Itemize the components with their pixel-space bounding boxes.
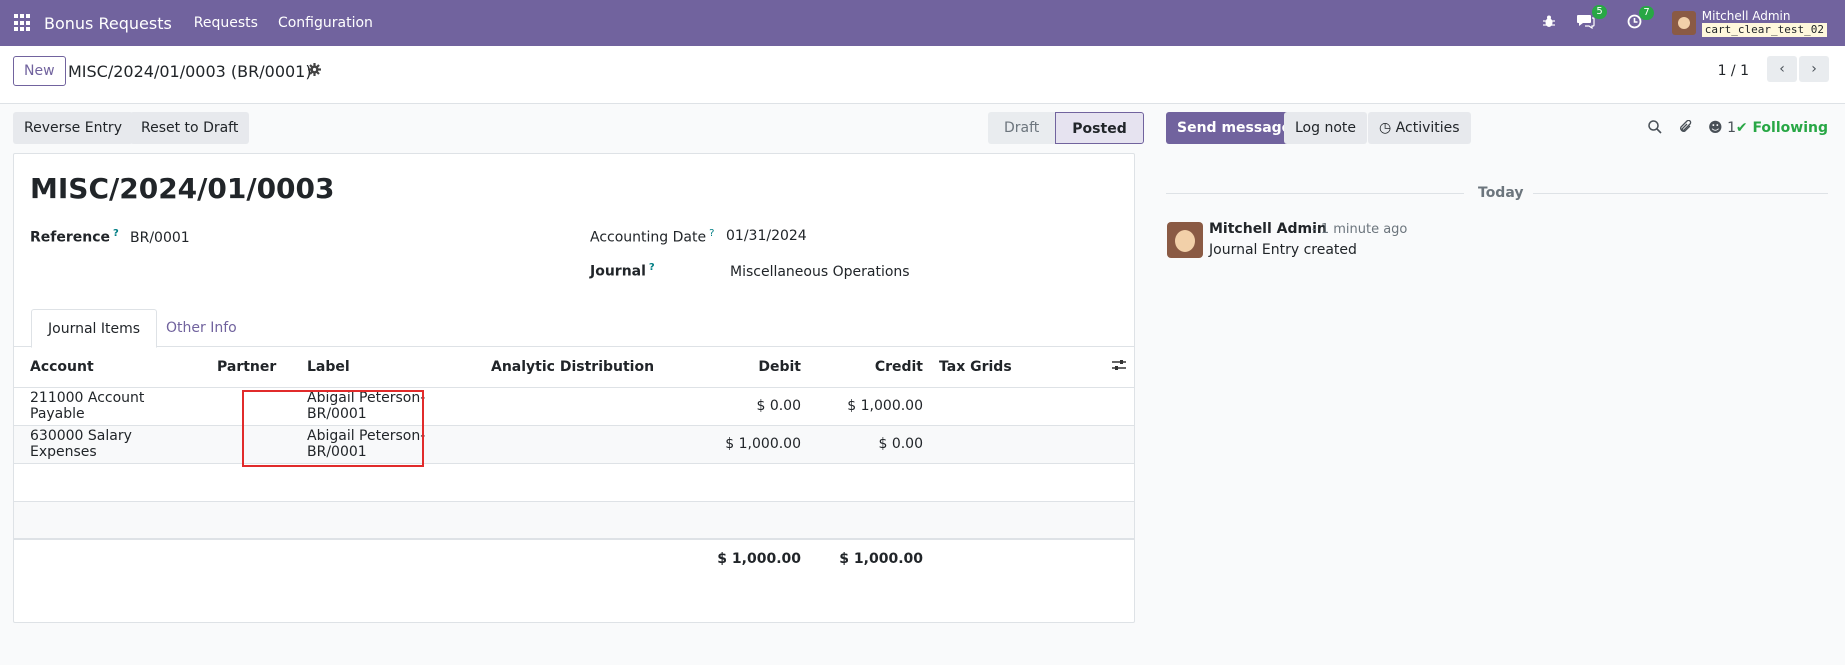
help-icon: ? [648,262,655,273]
menu-requests[interactable]: Requests [194,15,258,31]
followers-count: 1 [1727,120,1736,136]
activities-button[interactable]: ◷ Activities [1368,112,1471,144]
chat-count-badge: 5 [1592,5,1607,19]
reference-value: BR/0001 [130,230,190,246]
tab-other-info[interactable]: Other Info [150,309,253,348]
following-button[interactable]: ✔ Following [1736,120,1828,136]
column-header-partner[interactable]: Partner [209,347,291,387]
column-header-account[interactable]: Account [14,347,209,387]
user-avatar[interactable] [1671,11,1696,35]
form-sheet: MISC/2024/01/0003 Reference? BR/0001 Acc… [13,153,1135,623]
label-highlight-box [242,390,424,467]
pager-next-button[interactable]: › [1799,56,1829,82]
totals-row: $ 1,000.00 $ 1,000.00 [14,538,1134,577]
paperclip-icon[interactable] [1679,119,1693,138]
total-debit: $ 1,000.00 [691,538,809,577]
status-draft[interactable]: Draft [988,112,1056,144]
journal-label: Journal? [590,262,655,280]
cell-debit[interactable]: $ 1,000.00 [691,424,809,463]
cell-debit[interactable]: $ 0.00 [691,386,809,425]
empty-row [14,462,1134,501]
apps-menu-icon[interactable] [14,14,32,32]
status-posted[interactable]: Posted [1055,112,1144,144]
entry-title: MISC/2024/01/0003 [30,172,335,205]
table-row[interactable]: 630000 Salary Expenses Abigail Peterson-… [14,424,1134,463]
optional-columns-toggle-icon[interactable] [1104,347,1134,387]
database-name: cart_clear_test_02 [1701,23,1827,37]
activity-count-badge: 7 [1639,5,1654,20]
date-divider-right [1533,193,1828,194]
message-author-avatar[interactable] [1167,222,1203,258]
cell-tax-grids[interactable] [931,424,1104,463]
empty-row [14,500,1134,539]
help-icon: ? [113,228,119,239]
activity-clock-icon[interactable]: 7 [1627,5,1654,33]
message-body: Journal Entry created [1209,242,1357,258]
column-header-debit[interactable]: Debit [691,347,809,387]
column-header-analytic[interactable]: Analytic Distribution [491,347,691,387]
control-panel: New MISC/2024/01/0003 (BR/0001) 1 / 1 ‹ … [0,46,1845,104]
message-author[interactable]: Mitchell Admin [1209,221,1327,237]
tab-journal-items[interactable]: Journal Items [31,309,158,348]
chat-icon[interactable]: 5 [1576,5,1607,33]
cell-analytic[interactable] [491,386,691,425]
gear-icon[interactable] [308,63,321,80]
date-separator: Today [1478,185,1524,201]
cell-credit[interactable]: $ 0.00 [809,424,931,463]
message-time: - 1 minute ago [1312,222,1408,237]
app-title[interactable]: Bonus Requests [44,14,172,33]
pager-value[interactable]: 1 / 1 [1718,63,1749,79]
search-icon[interactable] [1648,120,1662,138]
user-name: Mitchell Admin [1701,9,1791,23]
column-header-tax-grids[interactable]: Tax Grids [931,347,1104,387]
reverse-entry-button[interactable]: Reverse Entry [13,112,133,144]
activities-label: Activities [1395,120,1460,136]
column-header-credit[interactable]: Credit [809,347,931,387]
check-icon: ✔ [1735,120,1748,136]
reset-to-draft-button[interactable]: Reset to Draft [130,112,250,144]
log-note-button[interactable]: Log note [1284,112,1367,144]
clock-icon: ◷ [1379,120,1392,136]
accounting-date-value[interactable]: 01/31/2024 [726,228,807,244]
debug-icon[interactable] [1542,15,1555,32]
user-menu[interactable]: Mitchell Admin cart_clear_test_02 [1701,9,1827,37]
new-button[interactable]: New [13,56,66,86]
journal-items-table: Account Partner Label Analytic Distribut… [14,347,1134,577]
following-label: Following [1752,120,1828,136]
total-credit: $ 1,000.00 [809,538,931,577]
top-navbar: Bonus Requests Requests Configuration 5 … [0,0,1845,46]
menu-configuration[interactable]: Configuration [278,15,373,31]
notebook-tabs: Journal Items Other Info [14,309,1134,348]
help-icon: ? [709,228,715,239]
followers-button[interactable]: ☻ 1 [1708,120,1736,136]
table-row[interactable]: 211000 Account Payable Abigail Peterson-… [14,386,1134,425]
send-message-button[interactable]: Send message [1166,112,1303,144]
status-bar: Draft Posted [988,112,1144,144]
cell-account[interactable]: 630000 Salary Expenses [14,424,209,463]
cell-analytic[interactable] [491,424,691,463]
reference-label: Reference? [30,228,119,246]
column-header-label[interactable]: Label [291,347,491,387]
cell-credit[interactable]: $ 1,000.00 [809,386,931,425]
journal-value[interactable]: Miscellaneous Operations [730,264,910,280]
date-divider-left [1166,193,1464,194]
breadcrumb: MISC/2024/01/0003 (BR/0001) [68,62,312,81]
cell-account[interactable]: 211000 Account Payable [14,386,209,425]
pager-previous-button[interactable]: ‹ [1767,56,1797,82]
cell-tax-grids[interactable] [931,386,1104,425]
user-icon: ☻ [1708,120,1723,136]
accounting-date-label: Accounting Date? [590,228,715,246]
